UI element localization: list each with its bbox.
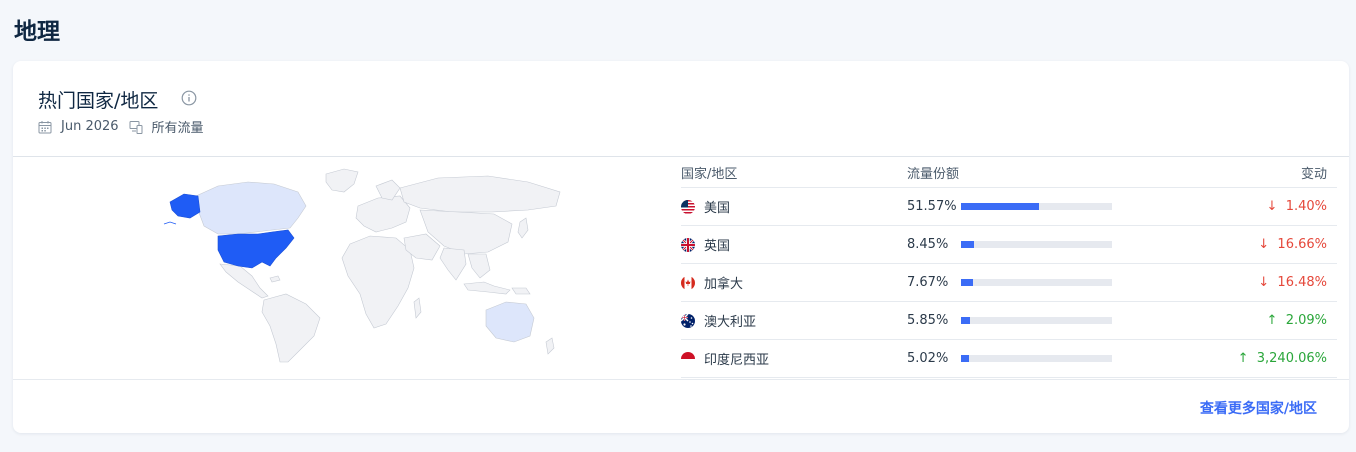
card-title: 热门国家/地区 [38, 90, 159, 112]
card-meta: Jun 2026 所有流量 [38, 117, 204, 136]
table-row: 印度尼西亚 5.02% ↑ 3,240.06% [681, 340, 1337, 378]
divider [13, 379, 1349, 380]
table-header: 国家/地区 流量份额 变动 [681, 158, 1337, 188]
change-value: ↓ 1.40% [1266, 199, 1327, 214]
au-flag-icon [681, 313, 695, 328]
traffic-label: 所有流量 [151, 121, 204, 136]
ca-flag-icon [681, 275, 695, 290]
australia-shape [485, 301, 535, 343]
share-bar [961, 355, 1112, 362]
country-name: 美国 [704, 201, 731, 216]
share-bar-fill [961, 203, 1039, 210]
country-name: 澳大利亚 [704, 315, 757, 330]
share-bar [961, 241, 1112, 248]
share-percent: 5.02% [907, 351, 949, 366]
change-value: ↓ 16.48% [1258, 275, 1327, 290]
page-title: 地理 [14, 19, 60, 45]
us-flag-icon [681, 199, 695, 214]
canada-shape [195, 181, 307, 235]
share-percent: 5.85% [907, 313, 949, 328]
world-map [163, 168, 561, 363]
share-bar [961, 203, 1112, 210]
country-name: 英国 [704, 239, 731, 254]
table-row: 美国 51.57% ↓ 1.40% [681, 188, 1337, 226]
share-percent: 8.45% [907, 237, 949, 252]
share-bar-fill [961, 279, 973, 286]
country-table: 国家/地区 流量份额 变动 美国 51.57% ↓ 1.40% 英国 8.45%… [681, 158, 1337, 378]
uk-flag-icon [681, 237, 695, 252]
share-bar [961, 317, 1112, 324]
country-name: 印度尼西亚 [704, 353, 770, 368]
usa-shape [217, 229, 295, 269]
view-more-countries-link[interactable]: 查看更多国家/地区 [1200, 398, 1317, 418]
share-bar-fill [961, 241, 974, 248]
share-percent: 51.57% [907, 199, 957, 214]
id-flag-icon [681, 351, 695, 366]
header-change: 变动 [1300, 167, 1327, 182]
change-value: ↑ 3,240.06% [1237, 351, 1327, 366]
date-label: Jun 2026 [61, 119, 119, 134]
divider [13, 156, 1349, 157]
change-value: ↓ 16.66% [1258, 237, 1327, 252]
info-icon[interactable] [181, 90, 197, 106]
country-name: 加拿大 [704, 277, 744, 292]
share-percent: 7.67% [907, 275, 949, 290]
devices-icon [129, 120, 143, 134]
alaska-shape [169, 193, 201, 219]
table-row: 加拿大 7.67% ↓ 16.48% [681, 264, 1337, 302]
share-bar-fill [961, 317, 970, 324]
share-bar-fill [961, 355, 969, 362]
share-bar [961, 279, 1112, 286]
header-country: 国家/地区 [681, 167, 738, 182]
header-share: 流量份额 [907, 167, 960, 182]
table-row: 英国 8.45% ↓ 16.66% [681, 226, 1337, 264]
change-value: ↑ 2.09% [1266, 313, 1327, 328]
top-countries-card: 热门国家/地区 Jun 2026 所有流量 国家/地区 流量份额 变动 美国 5… [13, 61, 1349, 433]
calendar-icon [38, 120, 52, 133]
table-row: 澳大利亚 5.85% ↑ 2.09% [681, 302, 1337, 340]
